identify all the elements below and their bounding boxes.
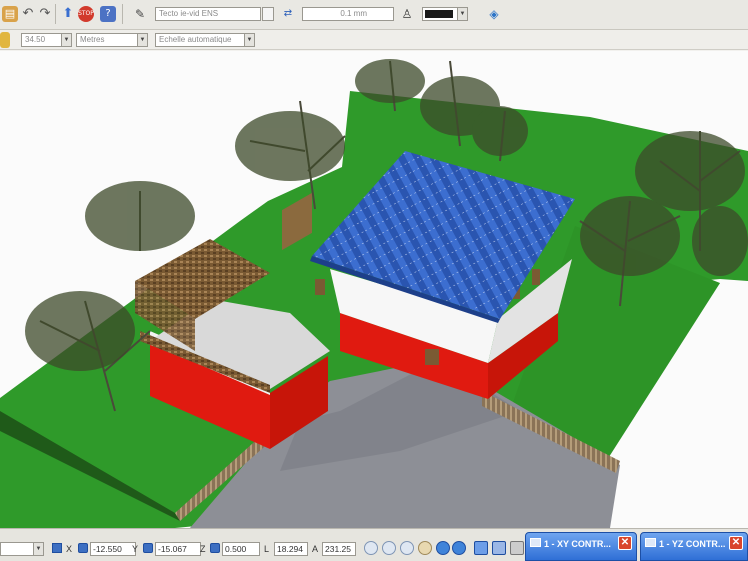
color-select[interactable]: ▼	[422, 7, 468, 21]
arrow-up-icon[interactable]: ⬆	[60, 6, 76, 22]
z-label: Z	[200, 544, 206, 554]
zoom-window-icon[interactable]	[400, 541, 414, 555]
chevron-down-icon: ▼	[33, 543, 43, 555]
line-width-field[interactable]: 0.1 mm	[302, 7, 394, 21]
lock-icon[interactable]	[78, 543, 88, 553]
angle-label: A	[312, 544, 319, 554]
redo-icon[interactable]: ↷	[37, 6, 53, 22]
open-icon[interactable]: ▤	[2, 6, 18, 22]
house-model-render	[0, 59, 748, 528]
fill-bucket-icon[interactable]: ◈	[486, 6, 502, 22]
lock-icon[interactable]	[143, 543, 153, 553]
stop-icon[interactable]: STOP	[78, 6, 94, 22]
z-coordinate-field[interactable]: 0.500	[222, 542, 260, 556]
scale-field[interactable]: 34.50 ▼	[21, 33, 72, 47]
3d-viewport[interactable]	[0, 51, 748, 528]
window	[532, 269, 540, 285]
window	[315, 279, 325, 295]
secondary-toolbar: 34.50 ▼ Metres ▼ Echelle automatique ▼	[0, 30, 748, 50]
length-label: L	[264, 544, 270, 554]
render-icon[interactable]	[492, 541, 506, 555]
chevron-down-icon: ▼	[457, 8, 467, 20]
previous-view-icon[interactable]	[436, 541, 450, 555]
window	[425, 349, 439, 365]
main-toolbar: ▤ ↶ ↷ ⬆ STOP ? ✎ Tecto ie-vid ENS ⇄ 0.1 …	[0, 0, 748, 30]
units-select[interactable]: Metres ▼	[76, 33, 148, 47]
grid-icon[interactable]	[52, 543, 62, 553]
help-icon[interactable]: ?	[100, 6, 116, 22]
window-icon	[645, 538, 656, 547]
window-icon	[530, 538, 541, 547]
yz-control-window-tab[interactable]: 1 - YZ CONTR... ✕	[640, 532, 748, 561]
person-icon[interactable]: ♙	[399, 6, 415, 22]
x-coordinate-field[interactable]: -12.550	[90, 542, 136, 556]
layer-field-button[interactable]	[262, 7, 274, 21]
next-view-icon[interactable]	[452, 541, 466, 555]
y-coordinate-field[interactable]: -15.067	[155, 542, 201, 556]
chevron-down-icon: ▼	[61, 34, 71, 46]
toolbar-divider	[122, 4, 123, 24]
view-3d-icon[interactable]	[474, 541, 488, 555]
close-icon[interactable]: ✕	[618, 536, 632, 550]
layer-field[interactable]: Tecto ie-vid ENS	[155, 7, 261, 21]
scale-mode-select[interactable]: Echelle automatique ▼	[155, 33, 255, 47]
lock-icon[interactable]	[210, 543, 220, 553]
toolbar-divider	[55, 4, 56, 24]
units-value: Metres	[80, 35, 105, 44]
xy-window-title: 1 - XY CONTR...	[544, 539, 611, 549]
angle-field[interactable]: 231.25	[322, 542, 356, 556]
settings-icon[interactable]	[510, 541, 524, 555]
zoom-in-icon[interactable]	[364, 541, 378, 555]
match-properties-icon[interactable]: ⇄	[280, 6, 296, 22]
undo-icon[interactable]: ↶	[20, 6, 36, 22]
xy-control-window-tab[interactable]: 1 - XY CONTR... ✕	[525, 532, 637, 561]
color-swatch	[425, 10, 453, 18]
y-label: Y	[132, 544, 139, 554]
zoom-out-icon[interactable]	[382, 541, 396, 555]
cad-window: ▤ ↶ ↷ ⬆ STOP ? ✎ Tecto ie-vid ENS ⇄ 0.1 …	[0, 0, 748, 561]
close-icon[interactable]: ✕	[729, 536, 743, 550]
chevron-down-icon: ▼	[244, 34, 254, 46]
paintbrush-icon[interactable]: ✎	[132, 6, 148, 22]
x-label: X	[66, 544, 73, 554]
ruler-icon[interactable]	[0, 32, 10, 48]
chevron-down-icon: ▼	[137, 34, 147, 46]
snap-select[interactable]: ▼	[0, 542, 44, 556]
pan-hand-icon[interactable]	[418, 541, 432, 555]
scale-mode-value: Echelle automatique	[159, 35, 232, 44]
length-field[interactable]: 18.294	[274, 542, 308, 556]
yz-window-title: 1 - YZ CONTR...	[659, 539, 726, 549]
scale-value: 34.50	[25, 35, 46, 44]
